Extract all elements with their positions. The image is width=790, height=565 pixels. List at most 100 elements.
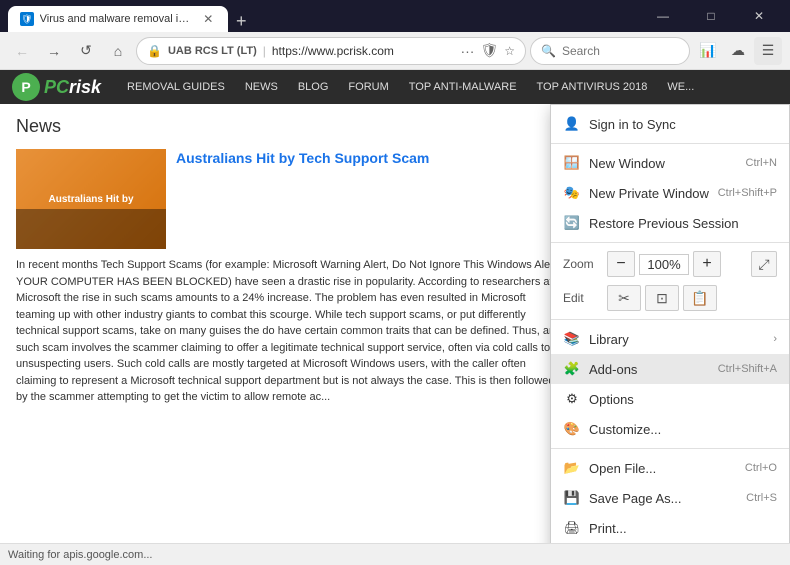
tab-title: Virus and malware removal ins... [40,13,195,25]
addons-label: Add-ons [589,362,710,377]
window-icon: 🪟 [563,154,581,172]
open-file-shortcut: Ctrl+O [745,462,777,474]
back-button[interactable]: ← [8,37,36,65]
reload-button[interactable]: ↺ [72,37,100,65]
browser-toolbar: ← → ↺ ⌂ 🔒 UAB RCS LT (LT) | https://www.… [0,32,790,70]
ssl-lock-icon: 🔒 [147,44,162,58]
options-label: Options [589,392,777,407]
menu-options[interactable]: ⚙ Options [551,384,789,414]
site-navigation: P PCrisk REMOVAL GUIDES NEWS BLOG FORUM … [0,70,790,104]
restore-session-label: Restore Previous Session [589,216,777,231]
paste-button[interactable]: 📋 [683,285,717,311]
open-file-icon: 📂 [563,459,581,477]
menu-section-library: 📚 Library › 🧩 Add-ons Ctrl+Shift+A ⚙ Opt… [551,320,789,449]
nav-item-forum[interactable]: FORUM [338,70,398,104]
print-icon: 🖨 [563,519,581,537]
zoom-plus-button[interactable]: + [693,251,721,277]
browser-dropdown-menu: 👤 Sign in to Sync 🪟 New Window Ctrl+N 🎭 … [550,104,790,543]
new-window-label: New Window [589,156,738,171]
library-label: Library [589,332,765,347]
search-input[interactable] [562,44,679,58]
menu-addons[interactable]: 🧩 Add-ons Ctrl+Shift+A [551,354,789,384]
address-org: UAB RCS LT (LT) [168,45,257,57]
address-url: https://www.pcrisk.com [272,44,394,58]
library-arrow-icon: › [773,333,777,345]
menu-print[interactable]: 🖨 Print... [551,513,789,543]
tab-favicon: 🛡 [20,12,34,26]
active-tab[interactable]: 🛡 Virus and malware removal ins... ✕ [8,6,228,32]
menu-button[interactable]: ☰ [754,37,782,65]
menu-save-page[interactable]: 💾 Save Page As... Ctrl+S [551,483,789,513]
save-page-shortcut: Ctrl+S [746,492,777,504]
main-article-content: Australians Hit by Tech Support Scam [176,149,562,249]
zoom-fullscreen-button[interactable]: ⤢ [751,251,777,277]
bookmark-button[interactable]: ☆ [504,44,515,58]
logo-text: PCrisk [44,77,101,98]
cut-button[interactable]: ✂ [607,285,641,311]
sync-button[interactable]: ☁ [724,37,752,65]
minimize-button[interactable]: — [640,0,686,32]
nav-item-antimalware[interactable]: TOP ANTI-MALWARE [399,70,527,104]
sign-in-label: Sign in to Sync [589,117,777,132]
gear-icon: ⚙ [563,390,581,408]
customize-icon: 🎨 [563,420,581,438]
menu-private-window[interactable]: 🎭 New Private Window Ctrl+Shift+P [551,178,789,208]
print-label: Print... [589,521,777,536]
menu-section-zoom: Zoom − 100% + ⤢ Edit ✂ ⊡ 📋 [551,243,789,320]
open-file-label: Open File... [589,461,737,476]
main-article-title: Australians Hit by Tech Support Scam [176,149,562,167]
nav-item-blog[interactable]: BLOG [288,70,339,104]
library-icon: 📚 [563,330,581,348]
home-button[interactable]: ⌂ [104,37,132,65]
mask-icon: 🎭 [563,184,581,202]
nav-item-antivirus[interactable]: TOP ANTIVIRUS 2018 [527,70,658,104]
browser-content: News Australians Hit by Australians Hit … [0,104,790,543]
window-controls: — □ ✕ [640,0,782,32]
title-bar: 🛡 Virus and malware removal ins... ✕ + —… [0,0,790,32]
stats-button[interactable]: 📊 [694,37,722,65]
menu-sign-in[interactable]: 👤 Sign in to Sync [551,109,789,139]
zoom-minus-button[interactable]: − [607,251,635,277]
nav-item-news[interactable]: NEWS [235,70,288,104]
address-bar[interactable]: 🔒 UAB RCS LT (LT) | https://www.pcrisk.c… [136,37,526,65]
nav-item-removal[interactable]: REMOVAL GUIDES [117,70,235,104]
menu-restore-session[interactable]: 🔄 Restore Previous Session [551,208,789,238]
new-tab-button[interactable]: + [228,11,255,32]
zoom-value: 100% [639,254,689,275]
nav-item-more[interactable]: WE... [657,70,704,104]
menu-library[interactable]: 📚 Library › [551,324,789,354]
addons-shortcut: Ctrl+Shift+A [718,363,777,375]
zoom-control: Zoom − 100% + ⤢ [551,247,789,281]
main-article-body: In recent months Tech Support Scams (for… [16,257,562,406]
shield-icon: 🛡 [480,42,498,59]
address-more-button[interactable]: ··· [460,43,474,59]
main-article: Australians Hit by Australians Hit by Te… [16,149,562,472]
sync-icon: 👤 [563,115,581,133]
tab-area: 🛡 Virus and malware removal ins... ✕ + [8,0,636,32]
tab-close-button[interactable]: ✕ [200,11,216,27]
menu-new-window[interactable]: 🪟 New Window Ctrl+N [551,148,789,178]
private-window-shortcut: Ctrl+Shift+P [718,187,777,199]
edit-label: Edit [563,291,603,305]
search-icon: 🔍 [541,44,556,58]
site-logo: P PCrisk [12,73,101,101]
menu-customize[interactable]: 🎨 Customize... [551,414,789,444]
edit-control: Edit ✂ ⊡ 📋 [551,281,789,315]
menu-open-file[interactable]: 📂 Open File... Ctrl+O [551,453,789,483]
menu-section-windows: 🪟 New Window Ctrl+N 🎭 New Private Window… [551,144,789,243]
zoom-label: Zoom [563,257,603,271]
customize-label: Customize... [589,422,777,437]
private-window-label: New Private Window [589,186,710,201]
maximize-button[interactable]: □ [688,0,734,32]
save-page-label: Save Page As... [589,491,738,506]
address-separator: | [263,44,266,58]
close-button[interactable]: ✕ [736,0,782,32]
new-window-shortcut: Ctrl+N [746,157,777,169]
save-icon: 💾 [563,489,581,507]
copy-button[interactable]: ⊡ [645,285,679,311]
status-bar: Waiting for apis.google.com... [0,543,790,565]
restore-icon: 🔄 [563,214,581,232]
main-article-image: Australians Hit by [16,149,166,249]
search-box[interactable]: 🔍 [530,37,690,65]
forward-button[interactable]: → [40,37,68,65]
